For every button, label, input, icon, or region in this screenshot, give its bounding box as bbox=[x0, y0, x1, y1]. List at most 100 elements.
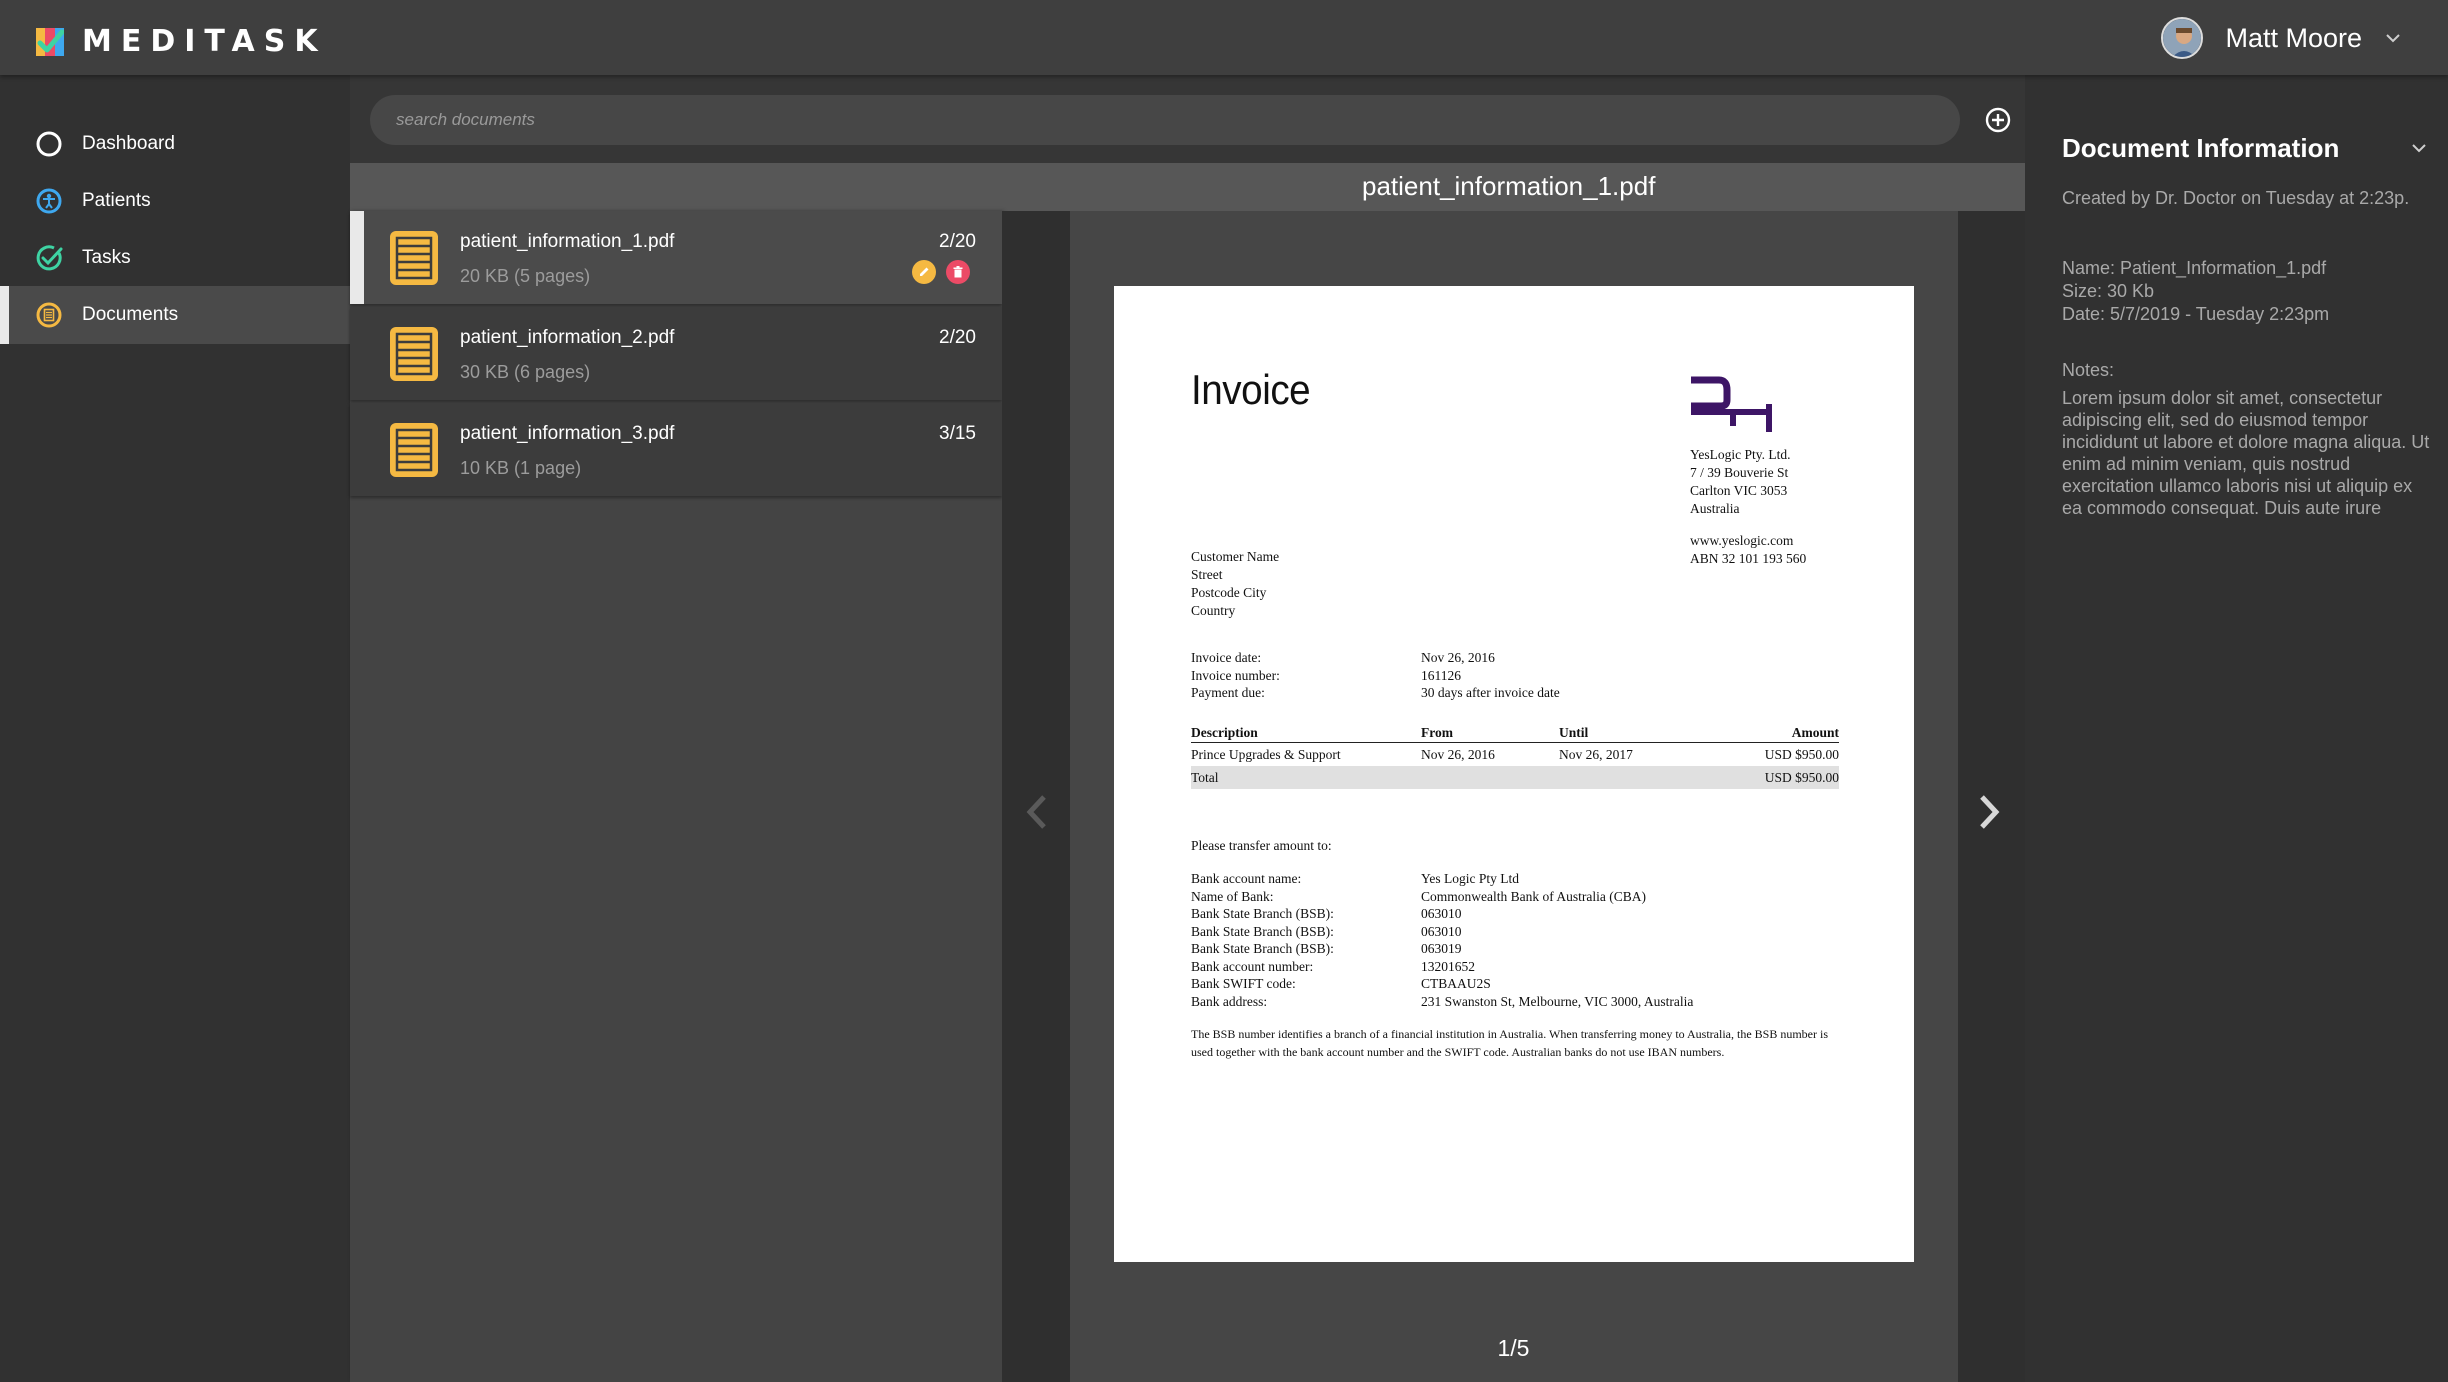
created-info: Created by Dr. Doctor on Tuesday at 2:23… bbox=[2062, 188, 2410, 208]
pencil-icon bbox=[920, 267, 929, 276]
sidebar-item-documents[interactable]: Documents bbox=[0, 286, 350, 344]
table-cell: Nov 26, 2017 bbox=[1559, 746, 1633, 762]
customer-postcode: Postcode City bbox=[1191, 585, 1267, 600]
company-logo bbox=[1691, 376, 1772, 432]
chevron-right-icon[interactable] bbox=[1972, 789, 2006, 835]
add-document-icon[interactable] bbox=[1983, 105, 2013, 135]
logo-check-icon bbox=[36, 27, 64, 56]
file-count: 2/20 bbox=[939, 231, 976, 252]
bank-value: CTBAAU2S bbox=[1421, 976, 1491, 991]
table-cell: Nov 26, 2016 bbox=[1421, 746, 1495, 762]
check-circle-icon bbox=[36, 245, 63, 271]
file-count: 2/20 bbox=[939, 327, 976, 348]
bsb-footnote: The BSB number identifies a branch of a … bbox=[1191, 1027, 1828, 1059]
file-document-icon bbox=[390, 327, 438, 381]
bank-value: 063010 bbox=[1421, 923, 1462, 939]
bank-value: 063019 bbox=[1421, 941, 1462, 956]
detail-value: 161126 bbox=[1421, 667, 1461, 683]
sidebar-item-dashboard[interactable]: Dashboard bbox=[0, 115, 350, 173]
pdf-page: Invoice YesLogic Pty. Ltd. 7 / 39 Bouver… bbox=[1114, 286, 1914, 1262]
person-icon bbox=[36, 188, 62, 214]
bank-label: Bank account number: bbox=[1191, 958, 1314, 974]
document-icon bbox=[36, 302, 62, 328]
bank-label: Bank account name: bbox=[1191, 871, 1302, 886]
file-name: patient_information_1.pdf bbox=[460, 231, 675, 252]
file-count: 3/15 bbox=[939, 423, 976, 444]
document-viewer: Invoice YesLogic Pty. Ltd. 7 / 39 Bouver… bbox=[1002, 211, 2025, 1382]
file-actions bbox=[912, 260, 970, 284]
company-name: YesLogic Pty. Ltd. bbox=[1690, 447, 1791, 462]
company-city: Carlton VIC 3053 bbox=[1690, 483, 1788, 498]
detail-value: Nov 26, 2016 bbox=[1421, 650, 1495, 665]
edit-button[interactable] bbox=[912, 260, 936, 284]
company-address: YesLogic Pty. Ltd. 7 / 39 Bouverie St Ca… bbox=[1690, 446, 1806, 568]
search-field[interactable] bbox=[370, 95, 1960, 145]
detail-label: Payment due: bbox=[1191, 685, 1265, 700]
sidebar-item-label: Documents bbox=[82, 304, 179, 325]
delete-button[interactable] bbox=[946, 260, 970, 284]
column-header: Amount bbox=[1791, 725, 1839, 740]
total-amount: USD $950.00 bbox=[1764, 769, 1839, 785]
file-meta: 30 KB (6 pages) bbox=[460, 362, 591, 382]
file-name-info: Name: Patient_Information_1.pdf bbox=[2062, 258, 2327, 278]
bank-label: Name of Bank: bbox=[1191, 888, 1274, 904]
file-list-item[interactable]: patient_information_2.pdf 30 KB (6 pages… bbox=[350, 307, 1002, 400]
customer-name: Customer Name bbox=[1191, 549, 1280, 564]
file-meta: 10 KB (1 page) bbox=[460, 458, 582, 478]
sidebar-item-tasks[interactable]: Tasks bbox=[0, 229, 350, 287]
search-bar bbox=[350, 75, 2025, 163]
app-logo[interactable]: MEDITASK bbox=[36, 24, 327, 59]
chevron-left-icon[interactable] bbox=[1020, 789, 1054, 835]
notes-label: Notes: bbox=[2062, 360, 2115, 380]
table-total-row: Total USD $950.00 bbox=[1191, 766, 1839, 789]
document-title-bar: patient_information_1.pdf bbox=[350, 163, 2025, 211]
detail-label: Invoice number: bbox=[1191, 667, 1280, 683]
invoice-items-table: Description From Until Amount Prince Upg… bbox=[1191, 723, 1839, 789]
panel-title: Document Information bbox=[2062, 133, 2340, 163]
invoice-title: Invoice bbox=[1191, 366, 1311, 413]
file-size-info: Size: 30 Kb bbox=[2062, 281, 2155, 301]
bank-label: Bank State Branch (BSB): bbox=[1191, 941, 1334, 956]
page-indicator: 1/5 bbox=[1497, 1335, 1530, 1361]
user-name: Matt Moore bbox=[2225, 22, 2362, 53]
file-list-item[interactable]: patient_information_3.pdf 10 KB (1 page)… bbox=[350, 403, 1002, 496]
customer-country: Country bbox=[1191, 603, 1236, 618]
column-header: From bbox=[1421, 725, 1453, 740]
bank-value: 063010 bbox=[1421, 906, 1462, 921]
file-name: patient_information_3.pdf bbox=[460, 423, 675, 444]
sidebar-item-patients[interactable]: Patients bbox=[0, 172, 350, 230]
company-web: www.yeslogic.com bbox=[1690, 533, 1794, 548]
detail-label: Invoice date: bbox=[1191, 650, 1262, 665]
bank-value: Commonwealth Bank of Australia (CBA) bbox=[1421, 888, 1646, 904]
search-input[interactable] bbox=[396, 110, 1960, 130]
bank-label: Bank State Branch (BSB): bbox=[1191, 906, 1334, 921]
company-abn: ABN 32 101 193 560 bbox=[1690, 551, 1807, 566]
app-name: MEDITASK bbox=[82, 24, 327, 59]
customer-street: Street bbox=[1191, 567, 1223, 582]
bank-label: Bank State Branch (BSB): bbox=[1191, 923, 1334, 939]
notes-text: Lorem ipsum dolor sit amet, consectetur … bbox=[2062, 388, 2430, 518]
user-menu[interactable]: Matt Moore bbox=[2161, 17, 2404, 59]
bank-value: 231 Swanston St, Melbourne, VIC 3000, Au… bbox=[1421, 993, 1694, 1009]
company-street: 7 / 39 Bouverie St bbox=[1690, 465, 1789, 480]
table-cell: USD $950.00 bbox=[1764, 746, 1839, 762]
chevron-down-icon bbox=[2386, 34, 2400, 43]
bank-label: Bank address: bbox=[1191, 993, 1268, 1009]
customer-address: Customer Name Street Postcode City Count… bbox=[1191, 548, 1279, 620]
avatar-image bbox=[2163, 19, 2202, 57]
document-info-panel: Document Information Created by Dr. Doct… bbox=[2025, 75, 2448, 1382]
file-list-item[interactable]: patient_information_1.pdf 20 KB (5 pages… bbox=[350, 211, 1002, 304]
column-header: Until bbox=[1559, 725, 1589, 740]
chevron-down-icon[interactable] bbox=[2408, 137, 2430, 159]
sidebar-item-label: Tasks bbox=[82, 247, 131, 268]
file-list: patient_information_1.pdf 20 KB (5 pages… bbox=[350, 211, 1002, 1382]
invoice-details: Invoice date: Nov 26, 2016 Invoice number… bbox=[1191, 649, 1560, 702]
circle-outline-icon bbox=[36, 131, 62, 157]
trash-icon bbox=[953, 266, 963, 278]
file-date-info: Date: 5/7/2019 - Tuesday 2:23pm bbox=[2062, 304, 2330, 324]
bank-value: Yes Logic Pty Ltd bbox=[1421, 871, 1520, 886]
file-meta: 20 KB (5 pages) bbox=[460, 266, 591, 286]
document-title: patient_information_1.pdf bbox=[1362, 171, 1656, 201]
column-header: Description bbox=[1191, 725, 1258, 740]
top-bar: MEDITASK Matt Moore bbox=[0, 0, 2448, 75]
